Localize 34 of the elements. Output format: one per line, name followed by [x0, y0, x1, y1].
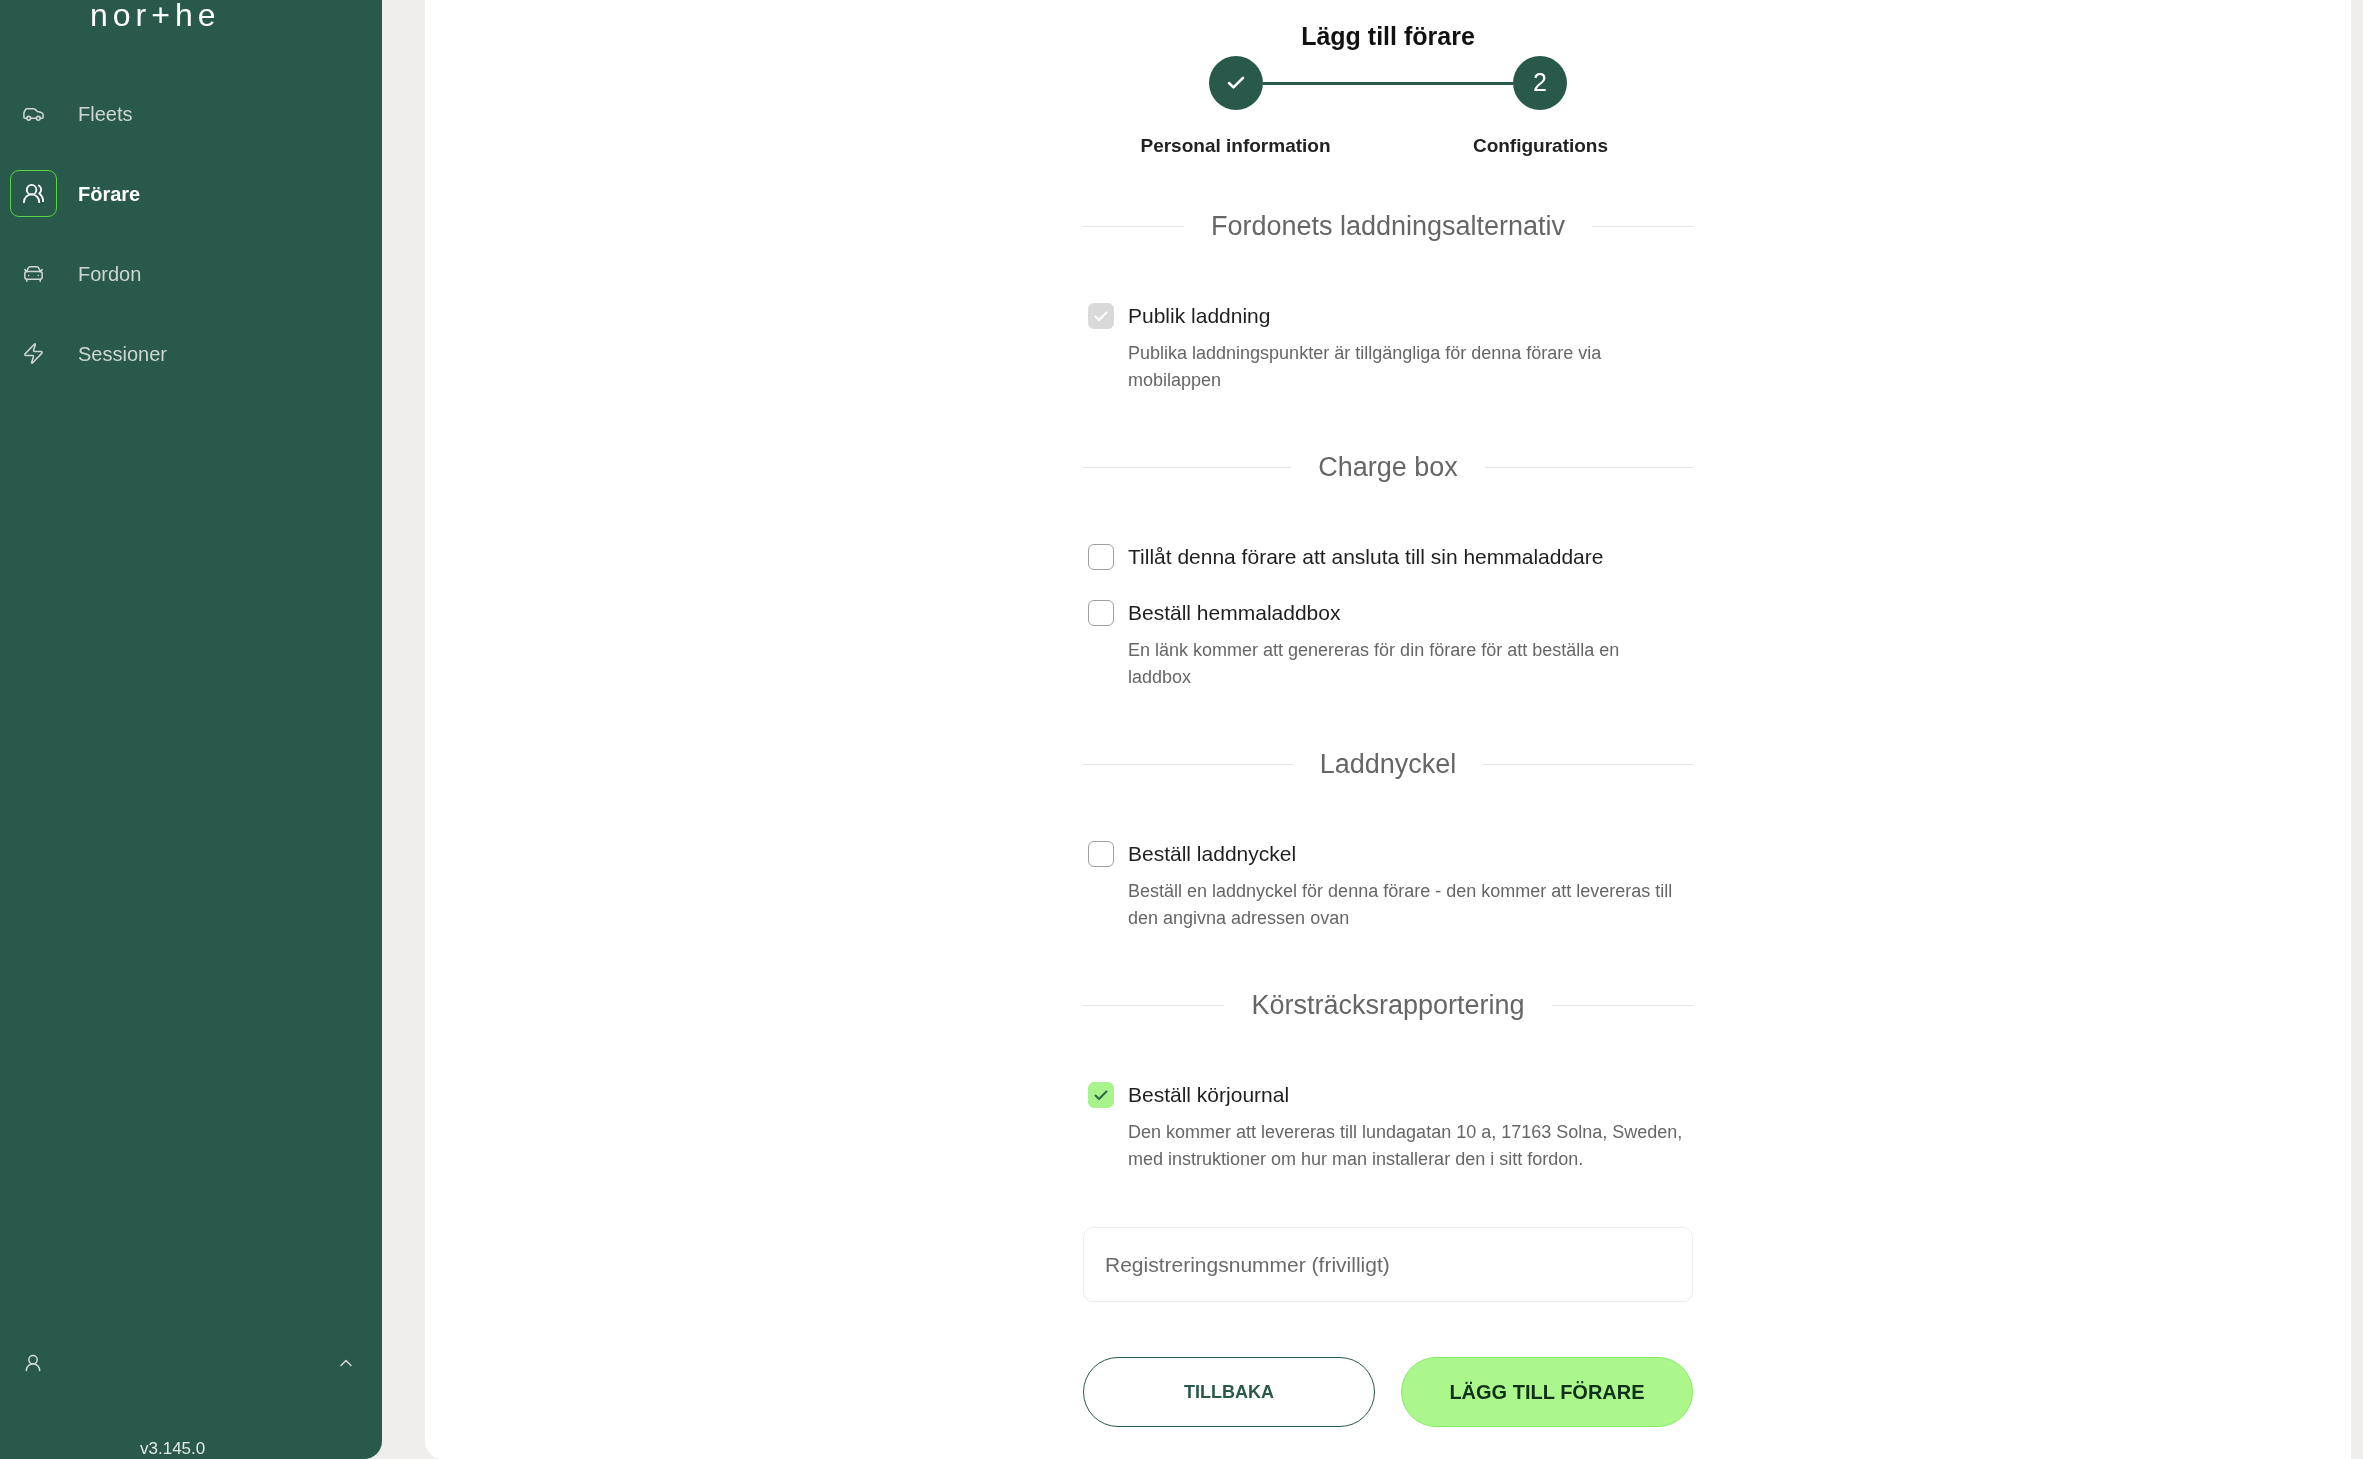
checkmark-icon: [1094, 1089, 1108, 1101]
users-icon: [10, 170, 57, 217]
checkbox[interactable]: [1088, 544, 1114, 570]
option-label: Beställ körjournal: [1128, 1082, 1290, 1108]
lightning-icon: [22, 342, 45, 365]
option-description: Beställ en laddnyckel för denna förare - den kommer att levereras till den angivna adressen ovan: [1128, 880, 1674, 930]
back-button[interactable]: TILLBAKA: [1083, 1357, 1375, 1427]
version-label: v3.145.0: [140, 1439, 206, 1459]
checkmark-icon: [1094, 310, 1108, 322]
form-title: Lägg till förare: [1301, 21, 1475, 52]
user-icon: [23, 1353, 43, 1373]
sidebar-item[interactable]: Fordon: [10, 250, 340, 297]
step-number: 2: [1513, 56, 1567, 110]
checkbox[interactable]: [1088, 600, 1114, 626]
section-heading: Fordonets laddningsalternativ: [1210, 210, 1566, 242]
section-heading: Körsträcksrapportering: [1251, 989, 1525, 1021]
logo: nor+he: [90, 0, 221, 30]
option-label: Beställ laddnyckel: [1128, 841, 1297, 867]
submit-button[interactable]: LÄGG TILL FÖRARE: [1401, 1357, 1693, 1427]
sidebar-item[interactable]: Fleets: [10, 90, 340, 137]
option-description: Publika laddningspunkter är tillgängliga för denna förare via mobilappen: [1128, 342, 1603, 392]
step-label: Configurations: [1472, 134, 1609, 158]
option-description: En länk kommer att genereras för din förare för att beställa en laddbox: [1128, 639, 1621, 689]
section-heading: Charge box: [1318, 451, 1458, 483]
checkbox[interactable]: [1088, 841, 1114, 867]
registration-input[interactable]: Registreringsnummer (frivilligt): [1083, 1227, 1693, 1302]
option-label: Tillåt denna förare att ansluta till sin hemmaladdare: [1128, 544, 1604, 570]
sidebar-item[interactable]: Förare: [10, 170, 340, 217]
option-label: Publik laddning: [1128, 303, 1271, 329]
option-description: Den kommer att levereras till lundagatan 10 a, 17163 Solna, Sweden, med instruktioner om hur man installerar den i sitt fordon.: [1128, 1121, 1683, 1171]
option-label: Beställ hemmaladdbox: [1128, 600, 1341, 626]
step-label: Personal information: [1140, 134, 1331, 158]
sidebar-item[interactable]: Sessioner: [10, 330, 340, 377]
section-heading: Laddnyckel: [1319, 748, 1457, 780]
